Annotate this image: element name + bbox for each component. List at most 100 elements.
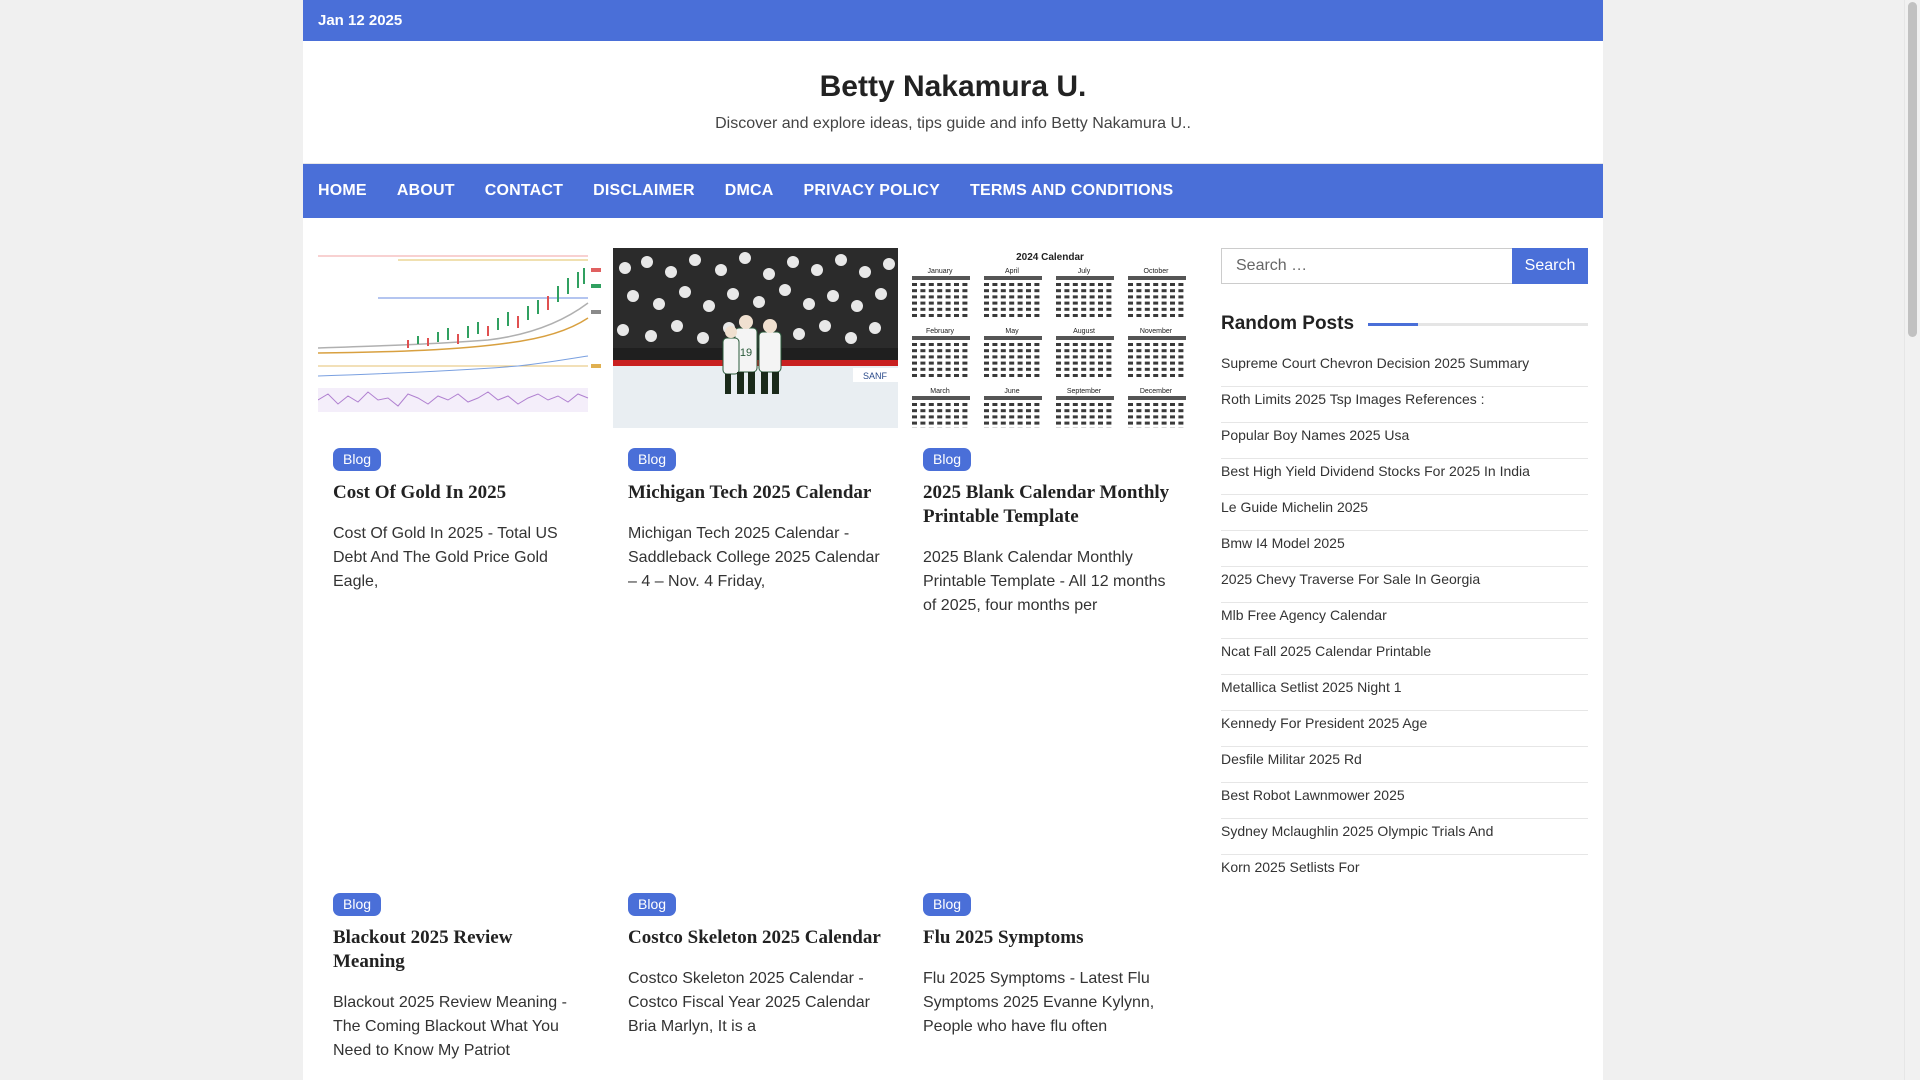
post-category-badge[interactable]: Blog <box>923 448 972 471</box>
nav-home[interactable]: HOME <box>318 182 367 200</box>
top-bar-date: Jan 12 2025 <box>318 12 403 29</box>
calendar-month-label: July <box>1078 268 1091 275</box>
calendar-month-label: January <box>928 268 953 275</box>
scrollbar-thumb[interactable] <box>1908 2 1917 337</box>
svg-text:SANF: SANF <box>863 371 888 381</box>
list-item: Sydney Mclaughlin 2025 Olympic Trials An… <box>1221 819 1588 855</box>
calendar-month-label: September <box>1067 388 1102 395</box>
stock-chart-image <box>318 248 603 428</box>
post-thumbnail-empty[interactable] <box>908 693 1193 873</box>
top-bar: Jan 12 2025 <box>303 0 1603 41</box>
calendar-month-label: March <box>930 388 950 395</box>
post-excerpt: Cost Of Gold In 2025 - Total US Debt And… <box>333 525 558 590</box>
post-card-costco-skeleton: Blog Costco Skeleton 2025 Calendar Costc… <box>613 693 898 1039</box>
post-excerpt: Costco Skeleton 2025 Calendar - Costco F… <box>628 970 870 1035</box>
nav-disclaimer[interactable]: DISCLAIMER <box>593 182 695 200</box>
random-post-link[interactable]: Sydney Mclaughlin 2025 Olympic Trials An… <box>1221 823 1493 839</box>
list-item: Ncat Fall 2025 Calendar Printable <box>1221 639 1588 675</box>
widget-title: Random Posts <box>1221 313 1355 334</box>
post-title[interactable]: Cost Of Gold In 2025 <box>333 481 588 505</box>
nav-contact[interactable]: CONTACT <box>485 182 563 200</box>
random-posts-list: Supreme Court Chevron Decision 2025 Summ… <box>1221 351 1588 891</box>
calendar-month-label: August <box>1073 328 1095 335</box>
nav-privacy-policy[interactable]: PRIVACY POLICY <box>804 182 940 200</box>
post-title[interactable]: Costco Skeleton 2025 Calendar <box>628 926 883 950</box>
post-title[interactable]: 2025 Blank Calendar Monthly Printable Te… <box>923 481 1178 529</box>
post-category-badge[interactable]: Blog <box>333 448 382 471</box>
post-thumbnail-stock-chart[interactable] <box>318 248 603 428</box>
list-item: Roth Limits 2025 Tsp Images References : <box>1221 387 1588 423</box>
post-category-badge[interactable]: Blog <box>333 893 382 916</box>
sidebar: Search Random Posts Supreme Court Chevro… <box>1221 248 1588 891</box>
site-tagline: Discover and explore ideas, tips guide a… <box>715 115 1191 132</box>
random-post-link[interactable]: Popular Boy Names 2025 Usa <box>1221 427 1409 443</box>
post-card-blank-calendar: 2024 Calendar January April July October Feb… <box>908 248 1193 618</box>
nav-about[interactable]: ABOUT <box>397 182 455 200</box>
post-card-flu-symptoms: Blog Flu 2025 Symptoms Flu 2025 Symptoms… <box>908 693 1193 1039</box>
random-post-link[interactable]: Best Robot Lawnmower 2025 <box>1221 787 1405 803</box>
random-post-link[interactable]: Best High Yield Dividend Stocks For 2025… <box>1221 463 1530 479</box>
site-container: Jan 12 2025 Betty Nakamura U. Discover a… <box>303 0 1603 1080</box>
list-item: Best High Yield Dividend Stocks For 2025… <box>1221 459 1588 495</box>
random-post-link[interactable]: Bmw I4 Model 2025 <box>1221 535 1345 551</box>
random-post-link[interactable]: Desfile Militar 2025 Rd <box>1221 751 1362 767</box>
post-excerpt: Flu 2025 Symptoms - Latest Flu Symptoms … <box>923 970 1155 1035</box>
list-item: 2025 Chevy Traverse For Sale In Georgia <box>1221 567 1588 603</box>
post-excerpt: Blackout 2025 Review Meaning - The Comin… <box>333 994 567 1059</box>
list-item: Best Robot Lawnmower 2025 <box>1221 783 1588 819</box>
list-item: Le Guide Michelin 2025 <box>1221 495 1588 531</box>
calendar-month-label: May <box>1005 328 1019 335</box>
calendar-month-label: December <box>1140 388 1173 395</box>
list-item: Korn 2025 Setlists For <box>1221 855 1588 891</box>
random-post-link[interactable]: Mlb Free Agency Calendar <box>1221 607 1387 623</box>
post-thumbnail-empty[interactable] <box>613 693 898 873</box>
post-card-cost-of-gold: Blog Cost Of Gold In 2025 Cost Of Gold I… <box>318 248 603 594</box>
random-post-link[interactable]: Supreme Court Chevron Decision 2025 Summ… <box>1221 355 1529 371</box>
list-item: Bmw I4 Model 2025 <box>1221 531 1588 567</box>
post-title[interactable]: Michigan Tech 2025 Calendar <box>628 481 883 505</box>
nav-terms-and-conditions[interactable]: TERMS AND CONDITIONS <box>970 182 1173 200</box>
post-excerpt: Michigan Tech 2025 Calendar - Saddleback… <box>628 525 880 590</box>
site-branding: Betty Nakamura U. Discover and explore i… <box>303 41 1603 164</box>
random-post-link[interactable]: 2025 Chevy Traverse For Sale In Georgia <box>1221 571 1480 587</box>
random-post-link[interactable]: Le Guide Michelin 2025 <box>1221 499 1368 515</box>
site-title[interactable]: Betty Nakamura U. <box>303 41 1603 105</box>
post-category-badge[interactable]: Blog <box>628 448 677 471</box>
post-thumbnail-empty[interactable] <box>318 693 603 873</box>
random-post-link[interactable]: Ncat Fall 2025 Calendar Printable <box>1221 643 1431 659</box>
post-card-michigan-tech: SANF 19 Blog Michigan Tech 2025 Calendar… <box>613 248 898 594</box>
list-item: Mlb Free Agency Calendar <box>1221 603 1588 639</box>
search-form: Search <box>1221 248 1588 284</box>
search-button[interactable]: Search <box>1512 248 1588 284</box>
post-thumbnail-calendar-grid[interactable]: 2024 Calendar January April July October Feb… <box>908 248 1193 428</box>
calendar-month-label: June <box>1004 388 1019 395</box>
random-post-link[interactable]: Metallica Setlist 2025 Night 1 <box>1221 679 1402 695</box>
calendar-image-heading: 2024 Calendar <box>1016 252 1084 263</box>
post-card-blackout-review: Blog Blackout 2025 Review Meaning Blacko… <box>318 693 603 1063</box>
calendar-month-label: October <box>1144 268 1170 275</box>
post-title[interactable]: Blackout 2025 Review Meaning <box>333 926 588 974</box>
random-post-link[interactable]: Korn 2025 Setlists For <box>1221 859 1360 875</box>
calendar-month-label: April <box>1005 268 1019 275</box>
random-post-link[interactable]: Kennedy For President 2025 Age <box>1221 715 1427 731</box>
post-excerpt: 2025 Blank Calendar Monthly Printable Te… <box>923 549 1166 614</box>
nav-dmca[interactable]: DMCA <box>725 182 774 200</box>
random-post-link[interactable]: Roth Limits 2025 Tsp Images References : <box>1221 391 1485 407</box>
list-item: Supreme Court Chevron Decision 2025 Summ… <box>1221 351 1588 387</box>
list-item: Metallica Setlist 2025 Night 1 <box>1221 675 1588 711</box>
widget-title-divider <box>1368 322 1588 326</box>
page-scrollbar[interactable] <box>1904 0 1920 1080</box>
calendar-grid-image: 2024 Calendar January April July October Feb… <box>908 248 1193 428</box>
post-thumbnail-hockey-photo[interactable]: SANF 19 <box>613 248 898 428</box>
post-category-badge[interactable]: Blog <box>923 893 972 916</box>
list-item: Popular Boy Names 2025 Usa <box>1221 423 1588 459</box>
calendar-month-label: November <box>1140 328 1173 335</box>
main-navigation: HOME ABOUT CONTACT DISCLAIMER DMCA PRIVA… <box>303 164 1603 218</box>
search-input[interactable] <box>1221 248 1512 284</box>
post-title[interactable]: Flu 2025 Symptoms <box>923 926 1178 950</box>
random-posts-header: Random Posts <box>1221 313 1588 335</box>
post-category-badge[interactable]: Blog <box>628 893 677 916</box>
list-item: Kennedy For President 2025 Age <box>1221 711 1588 747</box>
list-item: Desfile Militar 2025 Rd <box>1221 747 1588 783</box>
calendar-month-label: February <box>926 328 955 335</box>
